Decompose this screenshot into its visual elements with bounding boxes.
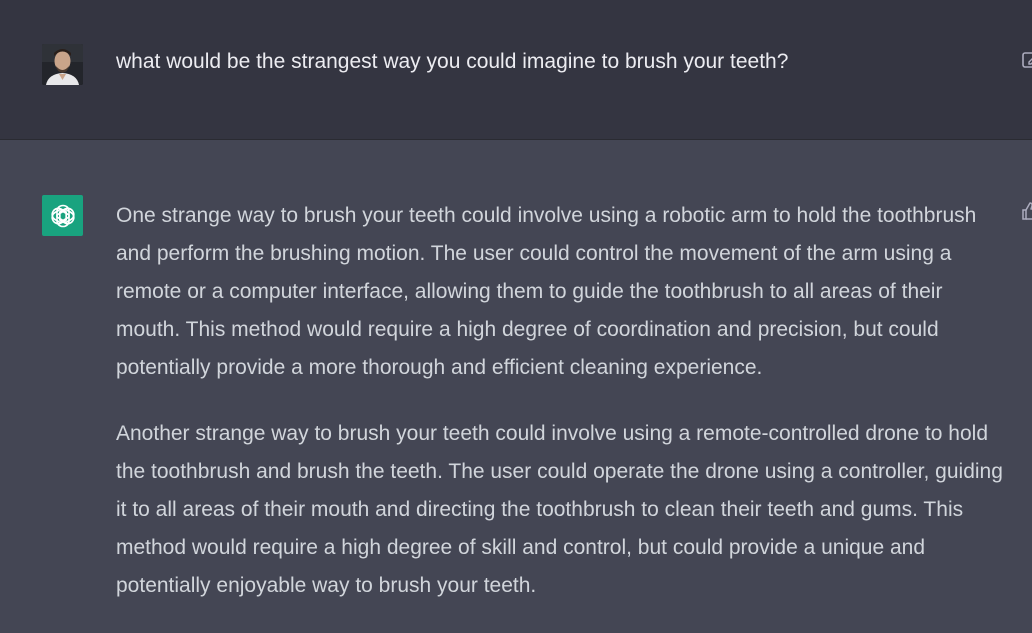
assistant-message-text: One strange way to brush your teeth coul…	[116, 197, 1006, 633]
assistant-avatar	[42, 195, 83, 236]
user-message-text: what would be the strangest way you coul…	[116, 50, 789, 73]
assistant-message-row: One strange way to brush your teeth coul…	[0, 140, 1032, 614]
edit-icon[interactable]	[1021, 50, 1032, 70]
user-message-row: what would be the strangest way you coul…	[0, 0, 1032, 140]
thumbs-up-icon[interactable]	[1020, 200, 1032, 222]
user-photo-avatar	[42, 44, 83, 85]
openai-logo-icon	[50, 204, 75, 227]
assistant-paragraph-1: One strange way to brush your teeth coul…	[116, 204, 977, 379]
user-avatar	[42, 44, 83, 85]
assistant-paragraph-2: Another strange way to brush your teeth …	[116, 422, 1003, 597]
